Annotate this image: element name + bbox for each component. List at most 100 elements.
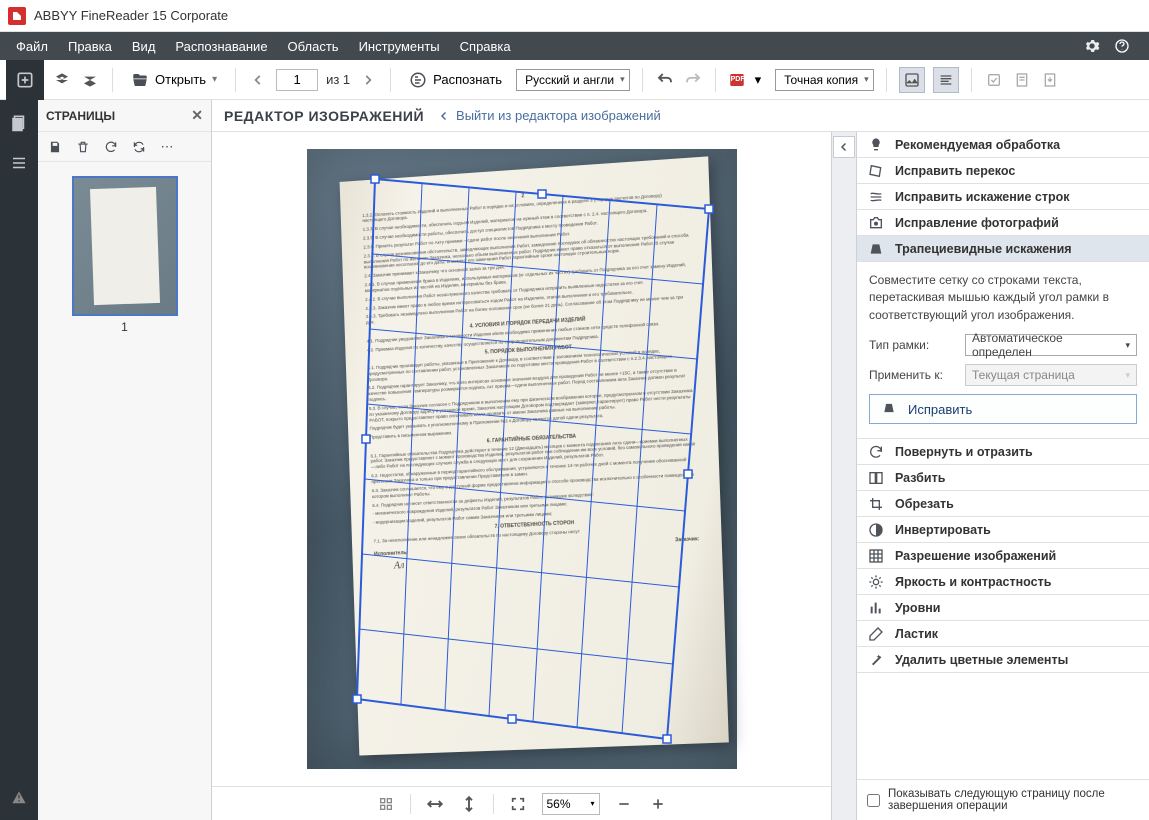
close-pages-button[interactable]: ✕ — [191, 107, 203, 124]
pages-panel: СТРАНИЦЫ ✕ ⋯ 1 — [38, 100, 212, 820]
redo-button[interactable] — [683, 70, 703, 90]
help-icon[interactable] — [1113, 37, 1131, 55]
apply-to-combo[interactable]: Текущая страница▾ — [965, 364, 1137, 386]
warning-icon[interactable] — [8, 786, 30, 808]
new-task-button[interactable] — [6, 60, 44, 100]
tool-remove-color[interactable]: Удалить цветные элементы — [857, 647, 1149, 673]
gear-icon[interactable] — [1083, 37, 1101, 55]
refresh-page-icon[interactable] — [104, 140, 118, 154]
tool-split[interactable]: Разбить — [857, 465, 1149, 491]
menu-recognition[interactable]: Распознавание — [165, 35, 277, 58]
canvas-footer: 56%▾ — [212, 786, 831, 820]
frame-type-combo[interactable]: Автоматическое определен▾ — [965, 334, 1137, 356]
open-label: Открыть — [155, 72, 206, 87]
refresh-all-icon[interactable] — [132, 140, 146, 154]
recognize-button[interactable]: Распознать — [403, 69, 508, 91]
app-title: ABBYY FineReader 15 Corporate — [34, 8, 228, 23]
resolution-icon — [867, 547, 885, 565]
list-tab-icon[interactable] — [8, 152, 30, 174]
chevron-down-icon: ▾ — [212, 74, 217, 85]
tool-invert[interactable]: Инвертировать — [857, 517, 1149, 543]
save-page-icon[interactable] — [48, 140, 62, 154]
export-mode-combo[interactable]: Точная копия ▾ — [775, 69, 873, 91]
tool-recommended[interactable]: Рекомендуемая обработка — [857, 132, 1149, 158]
menu-view[interactable]: Вид — [122, 35, 166, 58]
apply-to-label: Применить к: — [869, 368, 959, 382]
layers-up-icon[interactable] — [52, 70, 72, 90]
titlebar: ABBYY FineReader 15 Corporate — [0, 0, 1149, 32]
open-button[interactable]: Открыть ▾ — [125, 69, 223, 91]
rotate-icon — [867, 443, 885, 461]
tools-panel: Рекомендуемая обработка Исправить переко… — [857, 132, 1149, 820]
menu-help[interactable]: Справка — [450, 35, 521, 58]
tool-levels[interactable]: Уровни — [857, 595, 1149, 621]
export-pdf-button[interactable]: PDF ▾ — [728, 71, 762, 89]
trapezoid-icon — [882, 401, 898, 417]
exit-editor-button[interactable]: Выйти из редактора изображений — [438, 108, 661, 123]
editor-title: РЕДАКТОР ИЗОБРАЖЕНИЙ — [224, 108, 424, 124]
tool-straighten-lines[interactable]: Исправить искажение строк — [857, 184, 1149, 210]
deskew-icon — [867, 162, 885, 180]
tool-rotate[interactable]: Повернуть и отразить — [857, 439, 1149, 465]
view-image-button[interactable] — [899, 67, 925, 93]
app-icon — [8, 7, 26, 25]
main-toolbar: Открыть ▾ из 1 Распознать Русский и англ… — [0, 60, 1149, 100]
export-button[interactable] — [1040, 70, 1060, 90]
bulb-icon — [867, 136, 885, 154]
delete-page-icon[interactable] — [76, 140, 90, 154]
pages-title: СТРАНИЦЫ — [46, 109, 115, 123]
tool-brightness[interactable]: Яркость и контрастность — [857, 569, 1149, 595]
fit-height-icon[interactable] — [459, 794, 479, 814]
left-strip — [0, 100, 38, 820]
tool-eraser[interactable]: Ластик — [857, 621, 1149, 647]
menu-file[interactable]: Файл — [6, 35, 58, 58]
page-count: из 1 — [326, 72, 350, 87]
recognize-label: Распознать — [433, 72, 502, 87]
magic-icon — [867, 651, 885, 669]
tool-resolution[interactable]: Разрешение изображений — [857, 543, 1149, 569]
zoom-combo[interactable]: 56%▾ — [542, 793, 600, 815]
prev-page-button[interactable] — [248, 70, 268, 90]
language-combo[interactable]: Русский и англи ▾ — [516, 69, 630, 91]
tools-rail-tab[interactable] — [833, 136, 855, 158]
split-icon — [867, 469, 885, 487]
next-page-button[interactable] — [358, 70, 378, 90]
image-canvas[interactable]: 2 1.3.2. Оплатить стоимость Изделий и вы… — [212, 132, 831, 786]
menu-tools[interactable]: Инструменты — [349, 35, 450, 58]
page-number-input[interactable] — [276, 69, 318, 91]
fit-page-icon[interactable] — [376, 794, 396, 814]
crop-icon — [867, 495, 885, 513]
page-thumbnail[interactable]: 1 — [72, 176, 178, 334]
camera-icon — [867, 214, 885, 232]
trapezoid-hint: Совместите сетку со строками текста, пер… — [869, 272, 1137, 324]
pages-tab-icon[interactable] — [8, 112, 30, 134]
verify-button[interactable] — [984, 70, 1004, 90]
menubar: Файл Правка Вид Распознавание Область Ин… — [0, 32, 1149, 60]
view-text-button[interactable] — [933, 67, 959, 93]
menu-edit[interactable]: Правка — [58, 35, 122, 58]
thumb-number: 1 — [72, 320, 178, 334]
tool-deskew[interactable]: Исправить перекос — [857, 158, 1149, 184]
tool-trapezoid[interactable]: Трапециевидные искажения — [857, 236, 1149, 262]
brightness-icon — [867, 573, 885, 591]
menu-area[interactable]: Область — [278, 35, 349, 58]
invert-icon — [867, 521, 885, 539]
zoom-out-icon[interactable] — [614, 794, 634, 814]
layers-down-icon[interactable] — [80, 70, 100, 90]
fix-button[interactable]: Исправить — [869, 394, 1137, 424]
tools-rail — [831, 132, 857, 820]
fit-width-icon[interactable] — [425, 794, 445, 814]
levels-icon — [867, 599, 885, 617]
show-next-checkbox[interactable] — [867, 789, 880, 812]
frame-type-label: Тип рамки: — [869, 338, 959, 352]
trapezoid-icon — [867, 240, 885, 258]
tool-photo-correction[interactable]: Исправление фотографий — [857, 210, 1149, 236]
zoom-in-icon[interactable] — [648, 794, 668, 814]
tool-crop[interactable]: Обрезать — [857, 491, 1149, 517]
lines-icon — [867, 188, 885, 206]
eraser-icon — [867, 625, 885, 643]
more-icon[interactable]: ⋯ — [160, 140, 174, 154]
undo-button[interactable] — [655, 70, 675, 90]
fullscreen-icon[interactable] — [508, 794, 528, 814]
mark-button[interactable] — [1012, 70, 1032, 90]
